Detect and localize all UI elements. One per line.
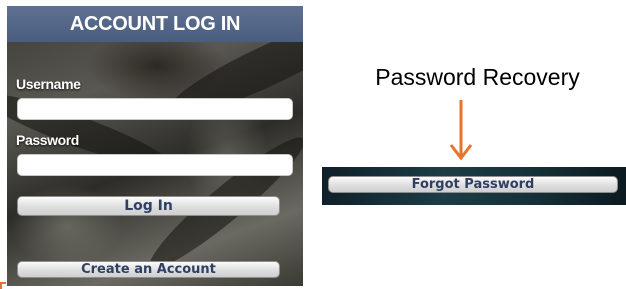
- create-account-button[interactable]: Create an Account: [17, 261, 280, 278]
- arrow-down-icon: [449, 100, 473, 161]
- corner-mark: [0, 282, 6, 289]
- recovery-strip: Forgot Password: [322, 167, 626, 205]
- password-recovery-title: Password Recovery: [375, 64, 580, 90]
- password-label: Password: [16, 132, 79, 148]
- username-input[interactable]: [17, 98, 293, 120]
- login-panel: ACCOUNT LOG IN Username Password Log In …: [7, 6, 303, 286]
- password-input[interactable]: [17, 154, 293, 176]
- login-button[interactable]: Log In: [17, 196, 280, 216]
- forgot-password-button[interactable]: Forgot Password: [328, 176, 618, 193]
- login-header: ACCOUNT LOG IN: [7, 6, 303, 42]
- username-label: Username: [16, 76, 81, 92]
